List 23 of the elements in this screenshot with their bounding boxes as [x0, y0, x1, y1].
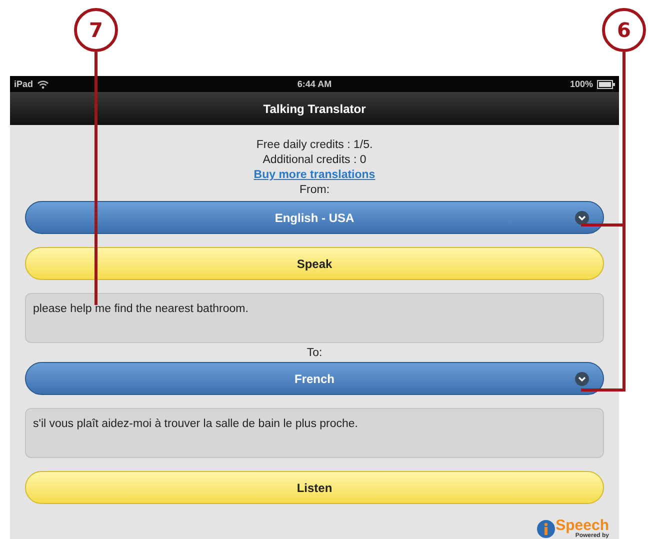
battery-percent: 100%: [570, 79, 593, 89]
callout-number: 6: [602, 8, 646, 52]
from-label: From:: [299, 183, 330, 198]
device-name: iPad: [14, 79, 34, 89]
source-text-field[interactable]: please help me find the nearest bathroom.: [25, 293, 604, 343]
target-language-dropdown[interactable]: French: [25, 362, 604, 395]
logo-name: Speech: [556, 518, 609, 533]
app-title: Talking Translator: [263, 102, 366, 116]
wifi-icon: [37, 80, 50, 88]
i-logo-icon: [536, 520, 555, 538]
chevron-down-icon: [575, 372, 589, 386]
listen-button[interactable]: Listen: [25, 471, 604, 504]
additional-credits-text: Additional credits : 0: [262, 153, 366, 168]
battery-icon: [597, 80, 615, 88]
buy-translations-link[interactable]: Buy more translations: [254, 168, 376, 183]
chevron-down-icon: [575, 211, 589, 225]
callout-number: 7: [74, 8, 118, 52]
translation-text-field[interactable]: s'il vous plaît aidez-moi à trouver la salle de bain le plus proche.: [25, 408, 604, 458]
clock-time: 6:44 AM: [297, 79, 332, 89]
to-label: To:: [306, 347, 322, 359]
free-credits-text: Free daily credits : 1/5.: [256, 138, 373, 153]
speak-button[interactable]: Speak: [25, 247, 604, 280]
source-language-dropdown[interactable]: English - USA: [25, 201, 604, 234]
